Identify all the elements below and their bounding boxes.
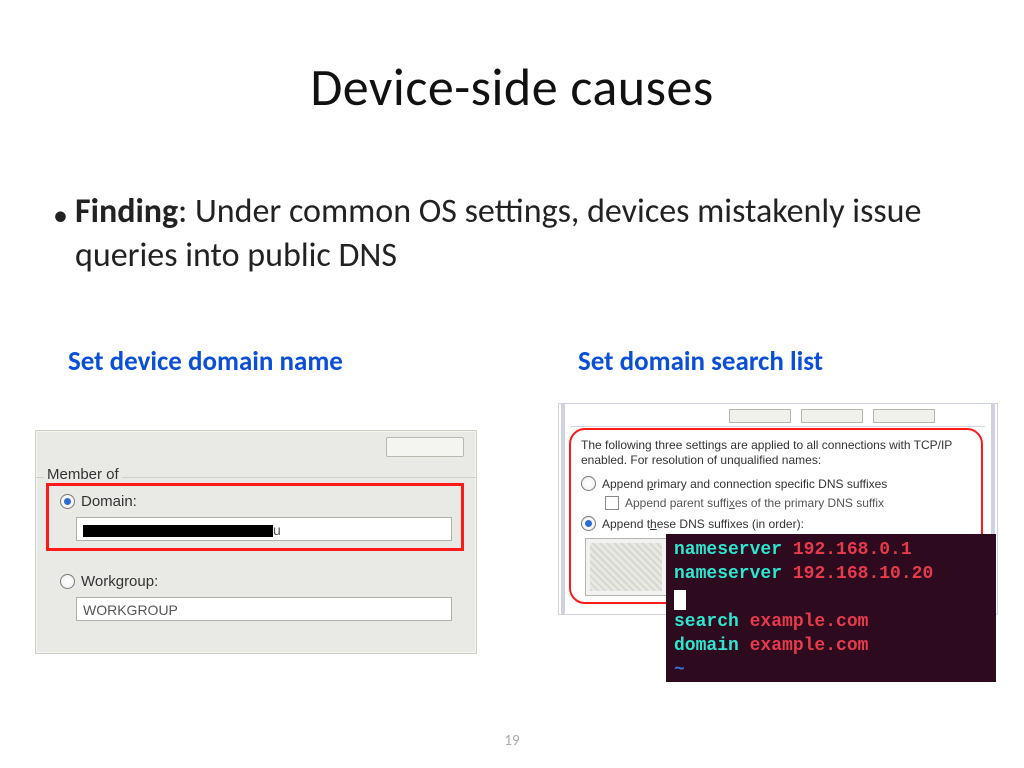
dns-option-append-parent[interactable]: Append parent suffixes of the primary DN… bbox=[605, 496, 884, 510]
panel-button-placeholder[interactable] bbox=[386, 437, 464, 457]
small-button-1[interactable] bbox=[729, 409, 791, 423]
small-button-2[interactable] bbox=[801, 409, 863, 423]
subhead-left: Set device domain name bbox=[68, 345, 343, 378]
terminal-line-6: ~ bbox=[674, 658, 988, 682]
terminal-line-4: search example.com bbox=[674, 610, 988, 634]
workgroup-radio-label: Workgroup: bbox=[81, 573, 158, 590]
slide: Device-side causes • Finding: Under comm… bbox=[0, 0, 1024, 768]
bullet-finding: • Finding: Under common OS settings, dev… bbox=[75, 190, 955, 278]
radio-checked-icon[interactable] bbox=[581, 516, 596, 531]
dns-suffix-listbox[interactable] bbox=[585, 538, 667, 596]
terminal-line-3 bbox=[674, 586, 988, 610]
bullet-dot-icon: • bbox=[53, 196, 68, 235]
checkbox-unchecked-icon[interactable] bbox=[605, 496, 619, 510]
dns-option-append-primary[interactable]: Append primary and connection specific D… bbox=[581, 476, 887, 491]
domain-textbox[interactable]: u bbox=[76, 517, 452, 541]
resolv-conf-terminal: nameserver 192.168.0.1 nameserver 192.16… bbox=[666, 534, 996, 682]
button-strip bbox=[729, 409, 935, 423]
radio-checked-icon[interactable] bbox=[60, 494, 75, 509]
workgroup-radio-row[interactable]: Workgroup: bbox=[60, 573, 158, 590]
radio-unchecked-icon[interactable] bbox=[581, 476, 596, 491]
finding-label: Finding bbox=[75, 191, 178, 232]
dns-option-append-these[interactable]: Append these DNS suffixes (in order): bbox=[581, 516, 804, 531]
domain-suffix-visible: u bbox=[273, 522, 281, 538]
workgroup-value: WORKGROUP bbox=[83, 602, 178, 618]
opt1-text: Append primary and connection specific D… bbox=[602, 477, 887, 491]
domain-radio-row[interactable]: Domain: bbox=[60, 493, 137, 510]
memberof-group-label: Member of bbox=[44, 466, 122, 483]
terminal-line-2: nameserver 192.168.10.20 bbox=[674, 562, 988, 586]
redacted-black-bar bbox=[83, 525, 273, 537]
radio-unchecked-icon[interactable] bbox=[60, 574, 75, 589]
subhead-right: Set domain search list bbox=[578, 345, 823, 378]
opt1a-text: Append parent suffixes of the primary DN… bbox=[625, 496, 884, 510]
workgroup-textbox[interactable]: WORKGROUP bbox=[76, 597, 452, 621]
panel-border-left bbox=[561, 404, 565, 614]
domain-radio-label: Domain: bbox=[81, 493, 137, 510]
divider-line bbox=[571, 426, 985, 427]
terminal-line-1: nameserver 192.168.0.1 bbox=[674, 538, 988, 562]
page-number: 19 bbox=[0, 732, 1024, 750]
slide-title: Device-side causes bbox=[0, 55, 1024, 119]
terminal-line-5: domain example.com bbox=[674, 634, 988, 658]
finding-text: : Under common OS settings, devices mist… bbox=[75, 191, 921, 276]
dns-intro-text: The following three settings are applied… bbox=[581, 438, 979, 468]
opt2-text: Append these DNS suffixes (in order): bbox=[602, 517, 804, 531]
cursor-block-icon bbox=[674, 590, 686, 610]
windows-memberof-panel: Member of Domain: u Workgroup: WORKGROUP bbox=[35, 430, 477, 654]
small-button-3[interactable] bbox=[873, 409, 935, 423]
